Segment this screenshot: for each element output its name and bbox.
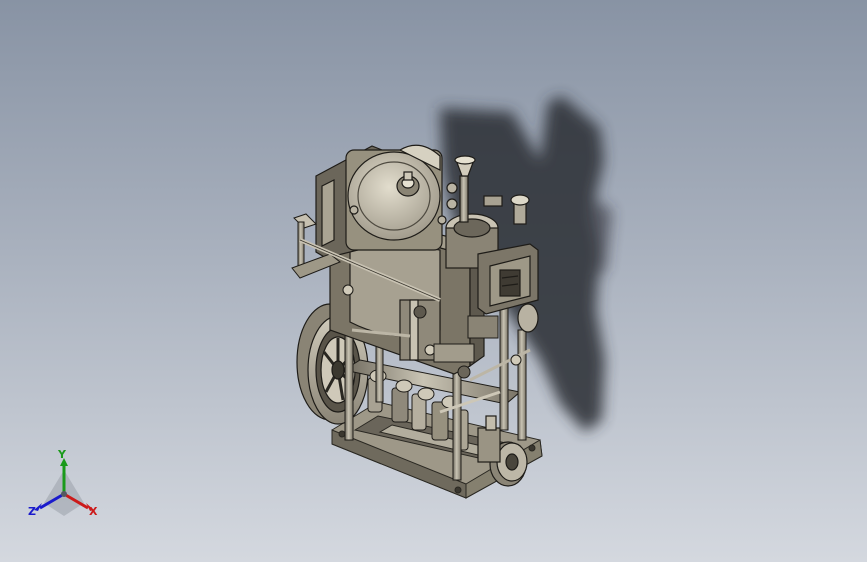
cad-viewport[interactable]: Y X Z (0, 0, 867, 562)
model-render[interactable] (0, 0, 867, 562)
x-axis-label: X (89, 505, 98, 518)
z-axis-label: Z (28, 505, 36, 518)
cylinder-head (315, 144, 458, 259)
y-axis-label: Y (58, 448, 66, 461)
orientation-triad[interactable]: Y X Z (24, 448, 104, 523)
